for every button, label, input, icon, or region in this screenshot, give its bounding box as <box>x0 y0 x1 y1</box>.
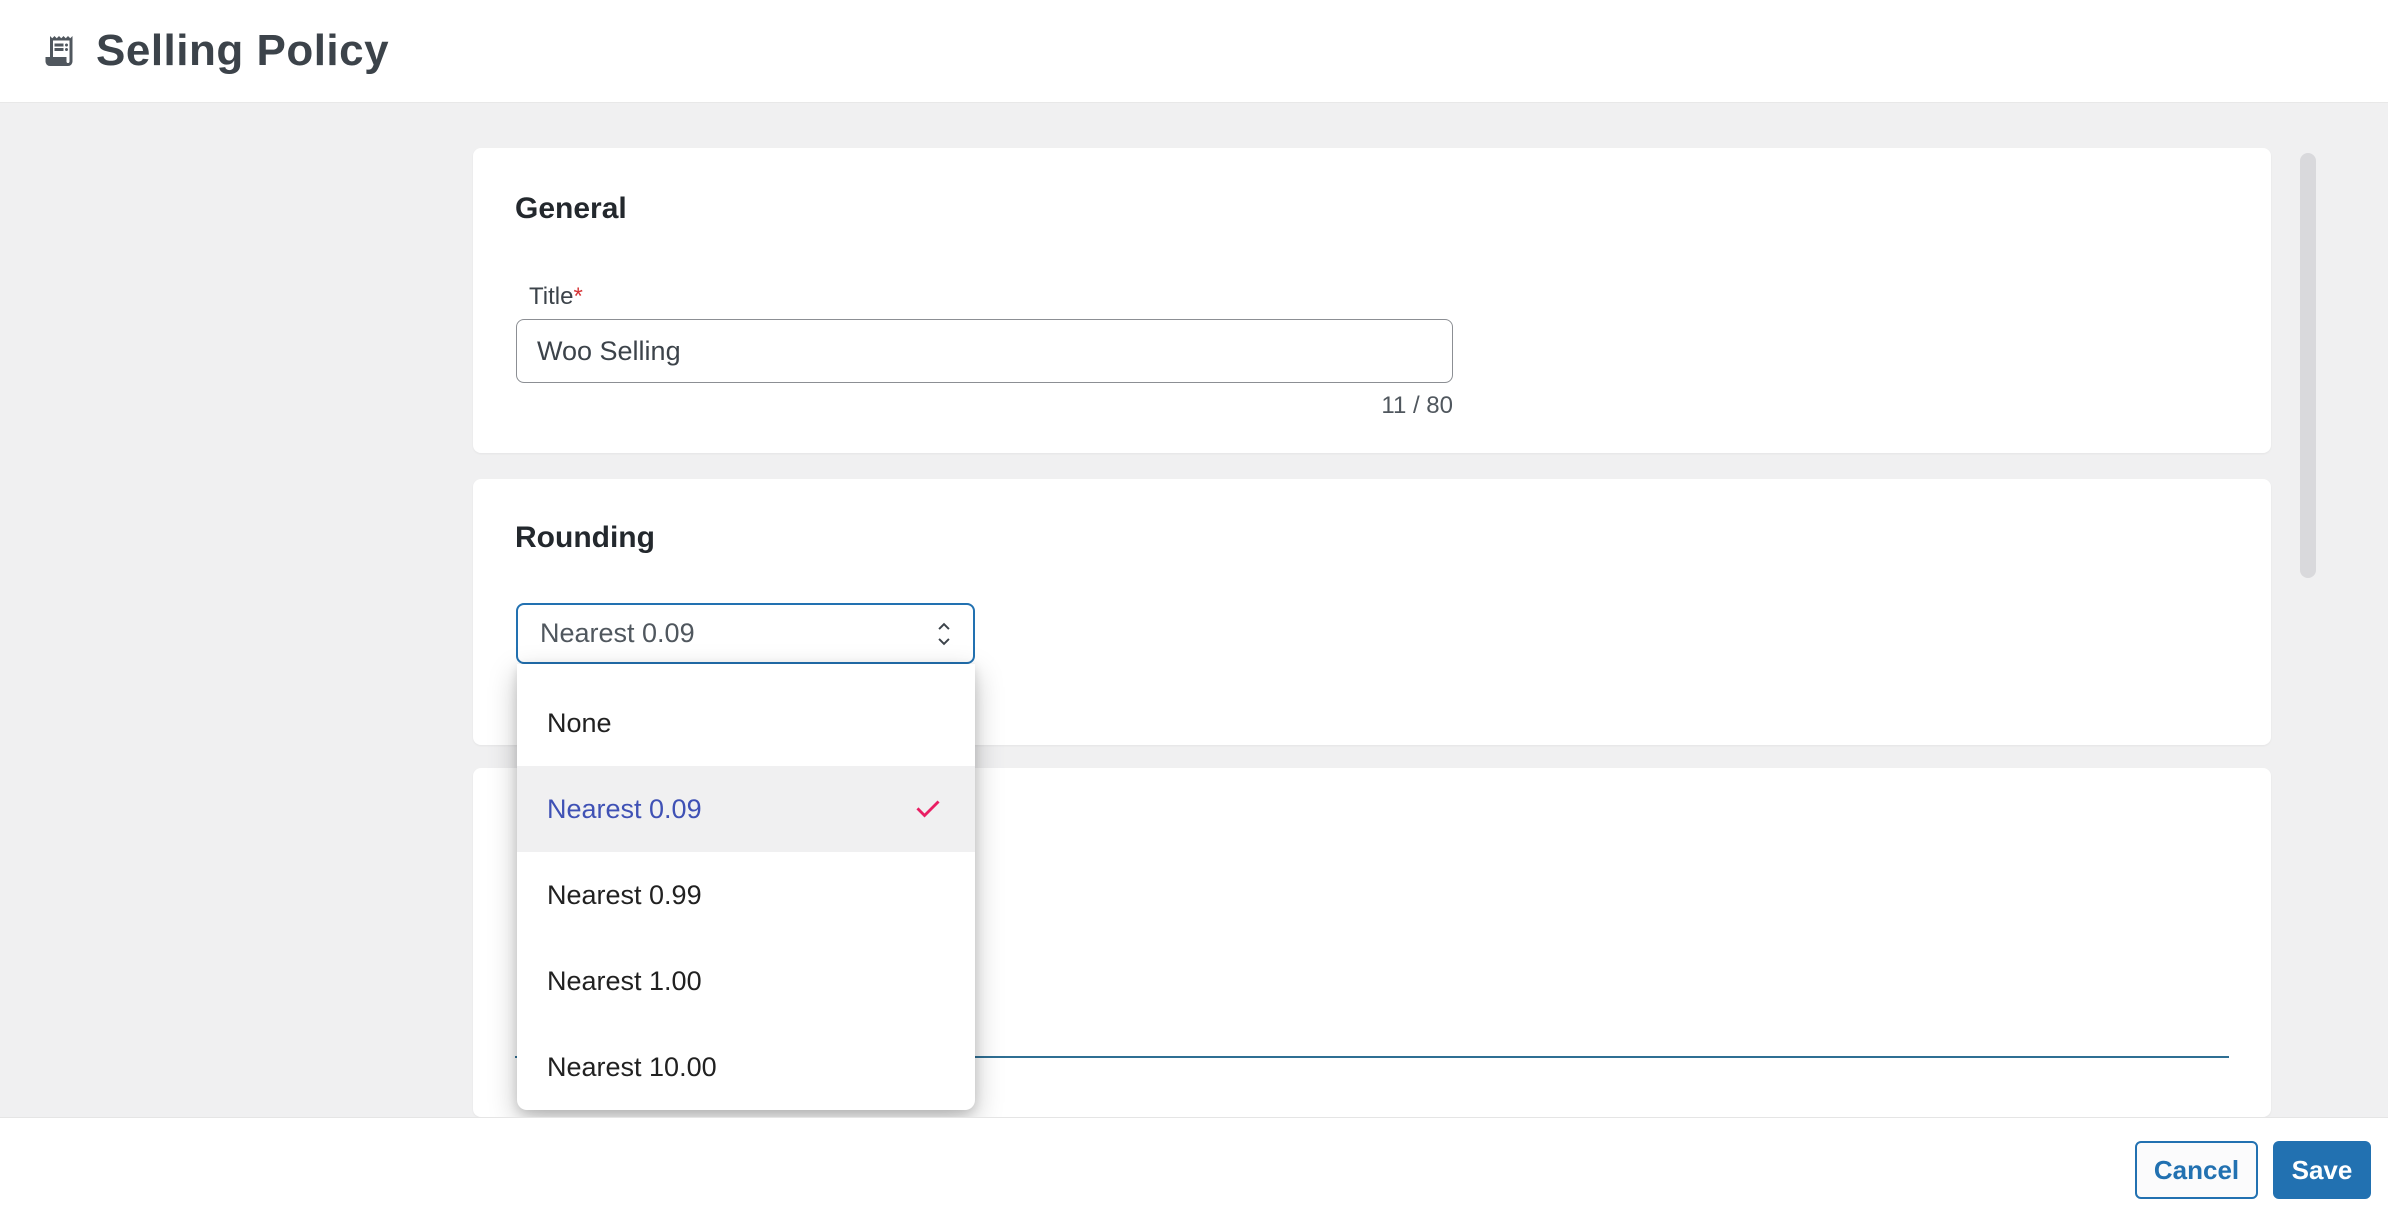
cancel-button[interactable]: Cancel <box>2135 1141 2258 1199</box>
rounding-select[interactable]: Nearest 0.09 <box>516 603 975 664</box>
save-button[interactable]: Save <box>2273 1141 2371 1199</box>
dropdown-option[interactable]: Nearest 0.09 <box>517 766 975 852</box>
unfold-more-icon <box>938 622 950 645</box>
page-header: Selling Policy <box>0 0 2388 103</box>
char-counter: 11 / 80 <box>1381 392 1453 419</box>
rounding-select-value: Nearest 0.09 <box>540 618 695 648</box>
general-heading: General <box>515 192 627 225</box>
general-card: General Title* 11 / 80 <box>473 148 2271 453</box>
selling-policy-page: Selling Policy General Title* 11 / 80 Ro… <box>0 0 2388 1222</box>
dropdown-option-label: Nearest 10.00 <box>547 1051 717 1082</box>
dropdown-option[interactable]: Nearest 10.00 <box>517 1024 975 1110</box>
required-asterisk: * <box>573 283 583 310</box>
title-input[interactable] <box>516 319 1453 383</box>
rounding-dropdown-menu: None Nearest 0.09 Nearest 0.99 Nearest 1.0… <box>517 664 975 1110</box>
title-field-label: Title* <box>529 283 583 310</box>
dropdown-option-label: Nearest 0.09 <box>547 793 702 824</box>
dropdown-option-label: None <box>547 707 612 738</box>
dropdown-option[interactable]: Nearest 0.99 <box>517 852 975 938</box>
dropdown-option-label: Nearest 0.99 <box>547 879 702 910</box>
dropdown-option-label: Nearest 1.00 <box>547 965 702 996</box>
receipt-long-icon <box>45 36 73 66</box>
page-title: Selling Policy <box>96 26 390 75</box>
dropdown-option[interactable]: None <box>517 680 975 766</box>
vertical-scrollbar-thumb[interactable] <box>2300 153 2316 578</box>
check-icon <box>916 800 940 818</box>
dropdown-option[interactable]: Nearest 1.00 <box>517 938 975 1024</box>
rounding-heading: Rounding <box>515 521 655 554</box>
footer-action-bar: Cancel Save <box>0 1117 2388 1222</box>
